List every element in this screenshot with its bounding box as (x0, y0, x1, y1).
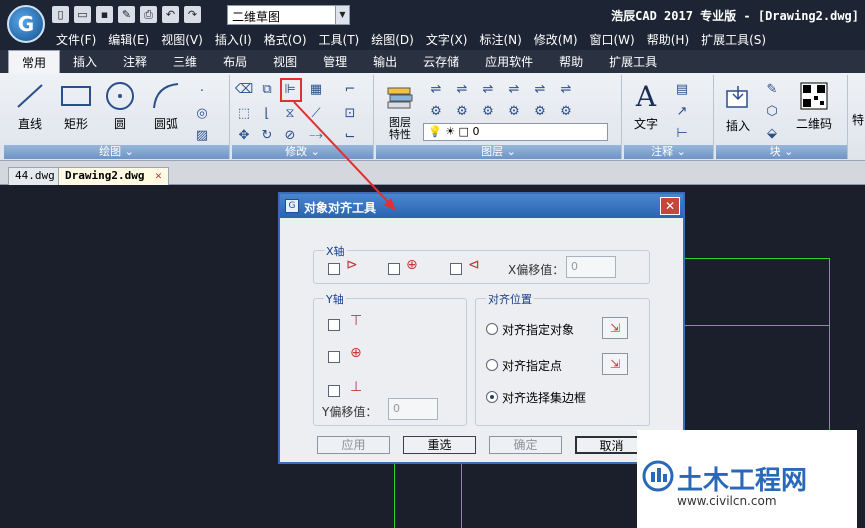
annotation-arrow (293, 101, 396, 211)
